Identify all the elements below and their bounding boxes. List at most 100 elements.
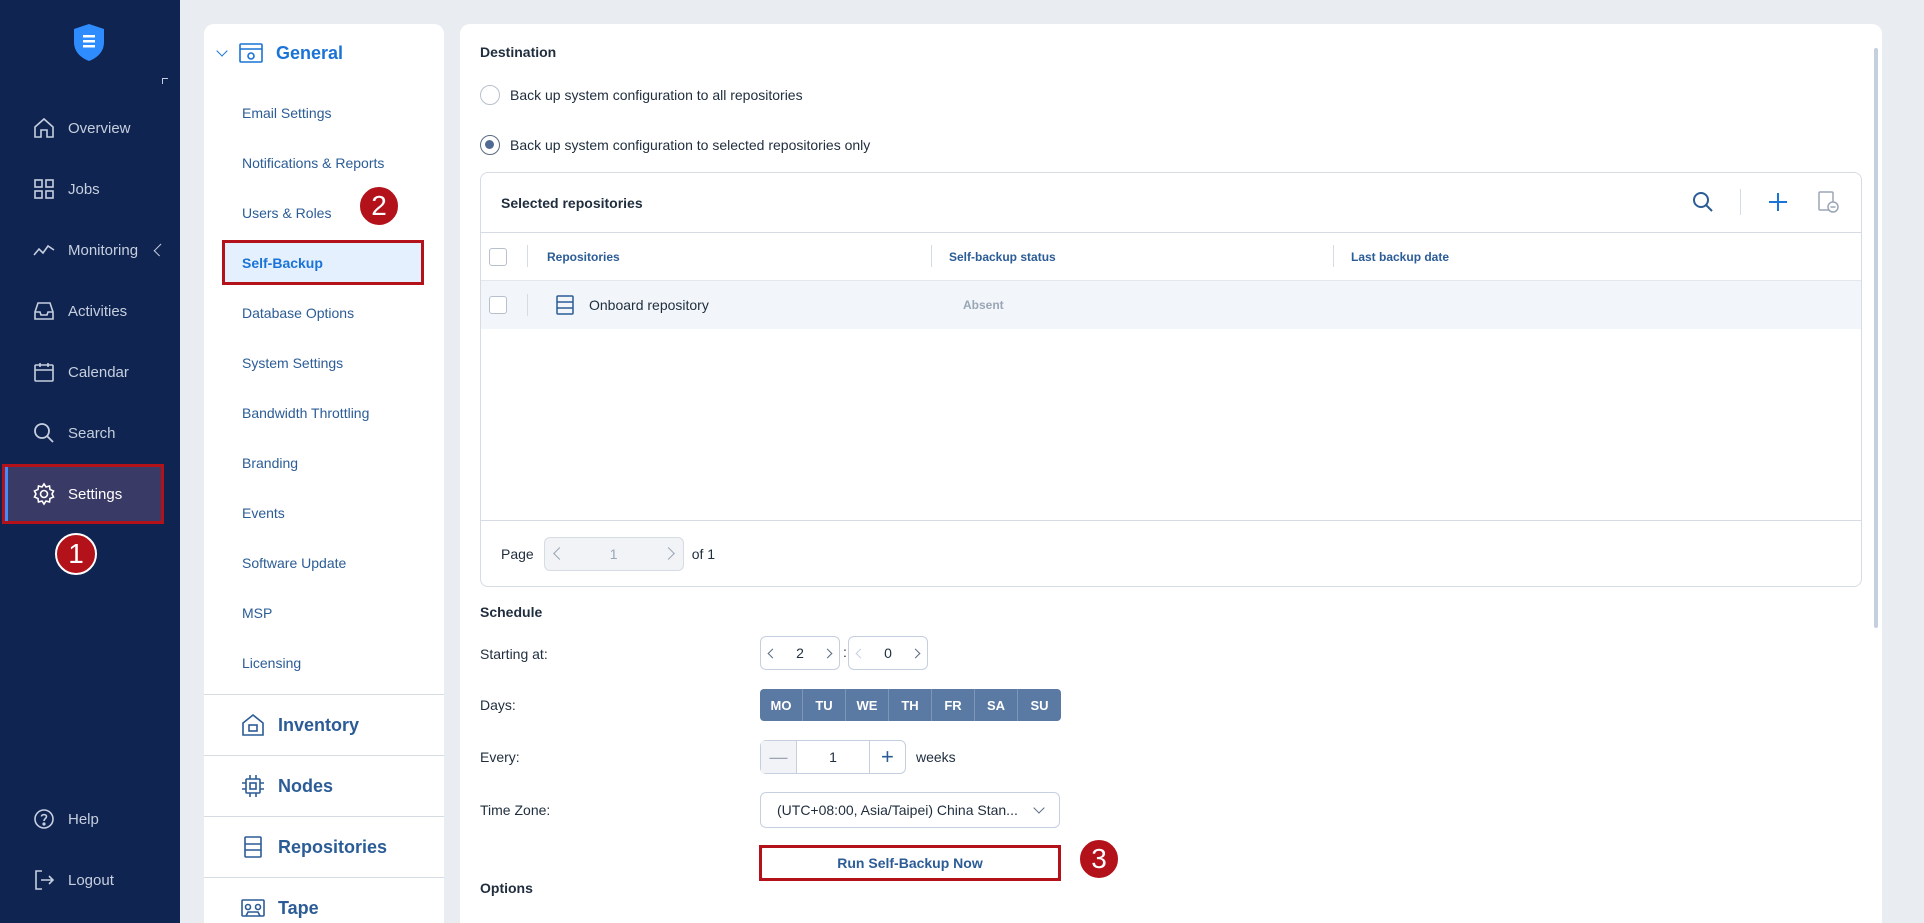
nav-label: Overview [68,119,131,137]
chevron-left-icon[interactable] [767,648,778,658]
menu-item-database-options[interactable]: Database Options [224,292,424,334]
radio-button-checked[interactable] [480,135,500,155]
schedule-title: Schedule [480,604,543,620]
day-toggle-fr[interactable]: FR [932,689,975,721]
radio-button[interactable] [480,85,500,105]
nav-item-help[interactable]: Help [4,791,164,847]
day-toggle-sa[interactable]: SA [975,689,1018,721]
menu-section-label: Tape [278,897,319,918]
day-toggle-mo[interactable]: MO [760,689,803,721]
add-icon[interactable] [1765,189,1791,215]
column-header-status[interactable]: Self-backup status [949,250,1056,264]
every-value[interactable]: 1 [829,749,837,765]
repository-icon [556,295,574,315]
chevron-down-icon [1033,802,1045,814]
nav-item-activities[interactable]: Activities [4,283,164,339]
radio-all-repositories[interactable]: Back up system configuration to all repo… [480,85,803,105]
page-number: 1 [609,545,618,562]
menu-section-tape[interactable]: Tape [204,877,444,923]
page-selector[interactable]: 1 [543,536,684,571]
step-badge-1: 1 [55,533,97,575]
days-selector: MO TU WE TH FR SA SU [760,689,1061,721]
hour-stepper[interactable]: 2 [760,636,840,670]
general-settings-icon [239,43,263,63]
day-toggle-su[interactable]: SU [1018,689,1061,721]
every-stepper[interactable]: — 1 + [760,740,906,774]
radio-selected-repositories[interactable]: Back up system configuration to selected… [480,135,870,155]
menu-item-system-settings[interactable]: System Settings [224,342,424,384]
collapse-nav-icon[interactable] [162,78,168,84]
app-logo-icon [74,24,104,61]
menu-item-msp[interactable]: MSP [224,592,424,634]
nav-item-settings[interactable]: Settings [4,466,164,522]
menu-section-label: Repositories [278,836,388,857]
chevron-left-icon[interactable] [552,547,566,560]
menu-section-repositories[interactable]: Repositories [204,816,444,877]
remove-repository-icon[interactable] [1815,189,1841,215]
status-badge: Absent [963,298,1004,312]
nav-item-calendar[interactable]: Calendar [4,344,164,400]
hour-value[interactable]: 2 [796,645,804,661]
menu-section-label: Nodes [278,775,334,796]
menu-item-events[interactable]: Events [224,492,424,534]
menu-item-branding[interactable]: Branding [224,442,424,484]
nav-item-monitoring[interactable]: Monitoring [4,222,167,278]
grid-pagination: Page 1 of 1 [481,520,1861,586]
options-title: Options [480,880,533,896]
every-label: Every: [480,749,520,765]
chevron-right-icon[interactable] [661,547,675,560]
chevron-down-icon [216,45,228,57]
chevron-left-icon[interactable] [855,648,866,658]
nav-item-jobs[interactable]: Jobs [4,161,164,217]
chevron-right-icon[interactable] [822,648,833,658]
menu-item-self-backup[interactable]: Self-Backup [224,242,424,284]
vertical-scrollbar[interactable] [1874,48,1878,628]
menu-item-licensing[interactable]: Licensing [224,642,424,684]
nav-item-search[interactable]: Search [4,405,164,461]
increment-icon[interactable]: + [868,741,905,773]
run-self-backup-button[interactable]: Run Self-Backup Now [760,846,1060,880]
page-label: Page [501,545,534,562]
day-toggle-tu[interactable]: TU [803,689,846,721]
menu-section-inventory[interactable]: Inventory [204,694,444,755]
column-header-repositories[interactable]: Repositories [547,250,620,264]
column-header-last-backup[interactable]: Last backup date [1351,250,1449,264]
day-toggle-th[interactable]: TH [889,689,932,721]
row-checkbox[interactable] [489,296,507,314]
nav-item-logout[interactable]: Logout [4,852,164,908]
days-label: Days: [480,697,516,713]
day-toggle-we[interactable]: WE [846,689,889,721]
settings-menu: General Email Settings Notifications & R… [204,24,444,923]
tape-icon [241,899,265,917]
grid-icon [34,179,54,199]
chevron-right-icon[interactable] [910,648,921,658]
main-navigation: Overview Jobs Monitoring Activities Cale… [0,0,180,923]
radio-label: Back up system configuration to all repo… [510,87,803,103]
menu-item-notifications[interactable]: Notifications & Reports [224,142,424,184]
nav-item-overview[interactable]: Overview [4,100,164,156]
time-separator: : [843,644,847,660]
grid-title: Selected repositories [501,194,643,211]
table-row[interactable]: Onboard repository Absent [481,281,1861,329]
search-icon [34,423,54,443]
menu-item-bandwidth-throttling[interactable]: Bandwidth Throttling [224,392,424,434]
nav-label: Jobs [68,180,100,198]
time-zone-select[interactable]: (UTC+08:00, Asia/Taipei) China Stan... [760,792,1060,828]
search-icon[interactable] [1690,189,1716,215]
column-divider [931,245,932,267]
minute-value[interactable]: 0 [884,645,892,661]
menu-group-general[interactable]: General [204,24,444,82]
minute-stepper[interactable]: 0 [848,636,928,670]
decrement-icon[interactable]: — [761,741,797,773]
home-icon [34,117,54,138]
select-all-checkbox[interactable] [489,247,507,266]
menu-item-software-update[interactable]: Software Update [224,542,424,584]
nav-label: Search [68,424,116,442]
self-backup-panel: Destination Back up system configuration… [460,24,1882,923]
nav-label: Activities [68,302,128,320]
inventory-icon [242,713,264,736]
menu-item-email-settings[interactable]: Email Settings [224,92,424,134]
every-unit: weeks [916,749,956,765]
menu-section-nodes[interactable]: Nodes [204,755,444,816]
nav-label: Settings [68,485,123,503]
